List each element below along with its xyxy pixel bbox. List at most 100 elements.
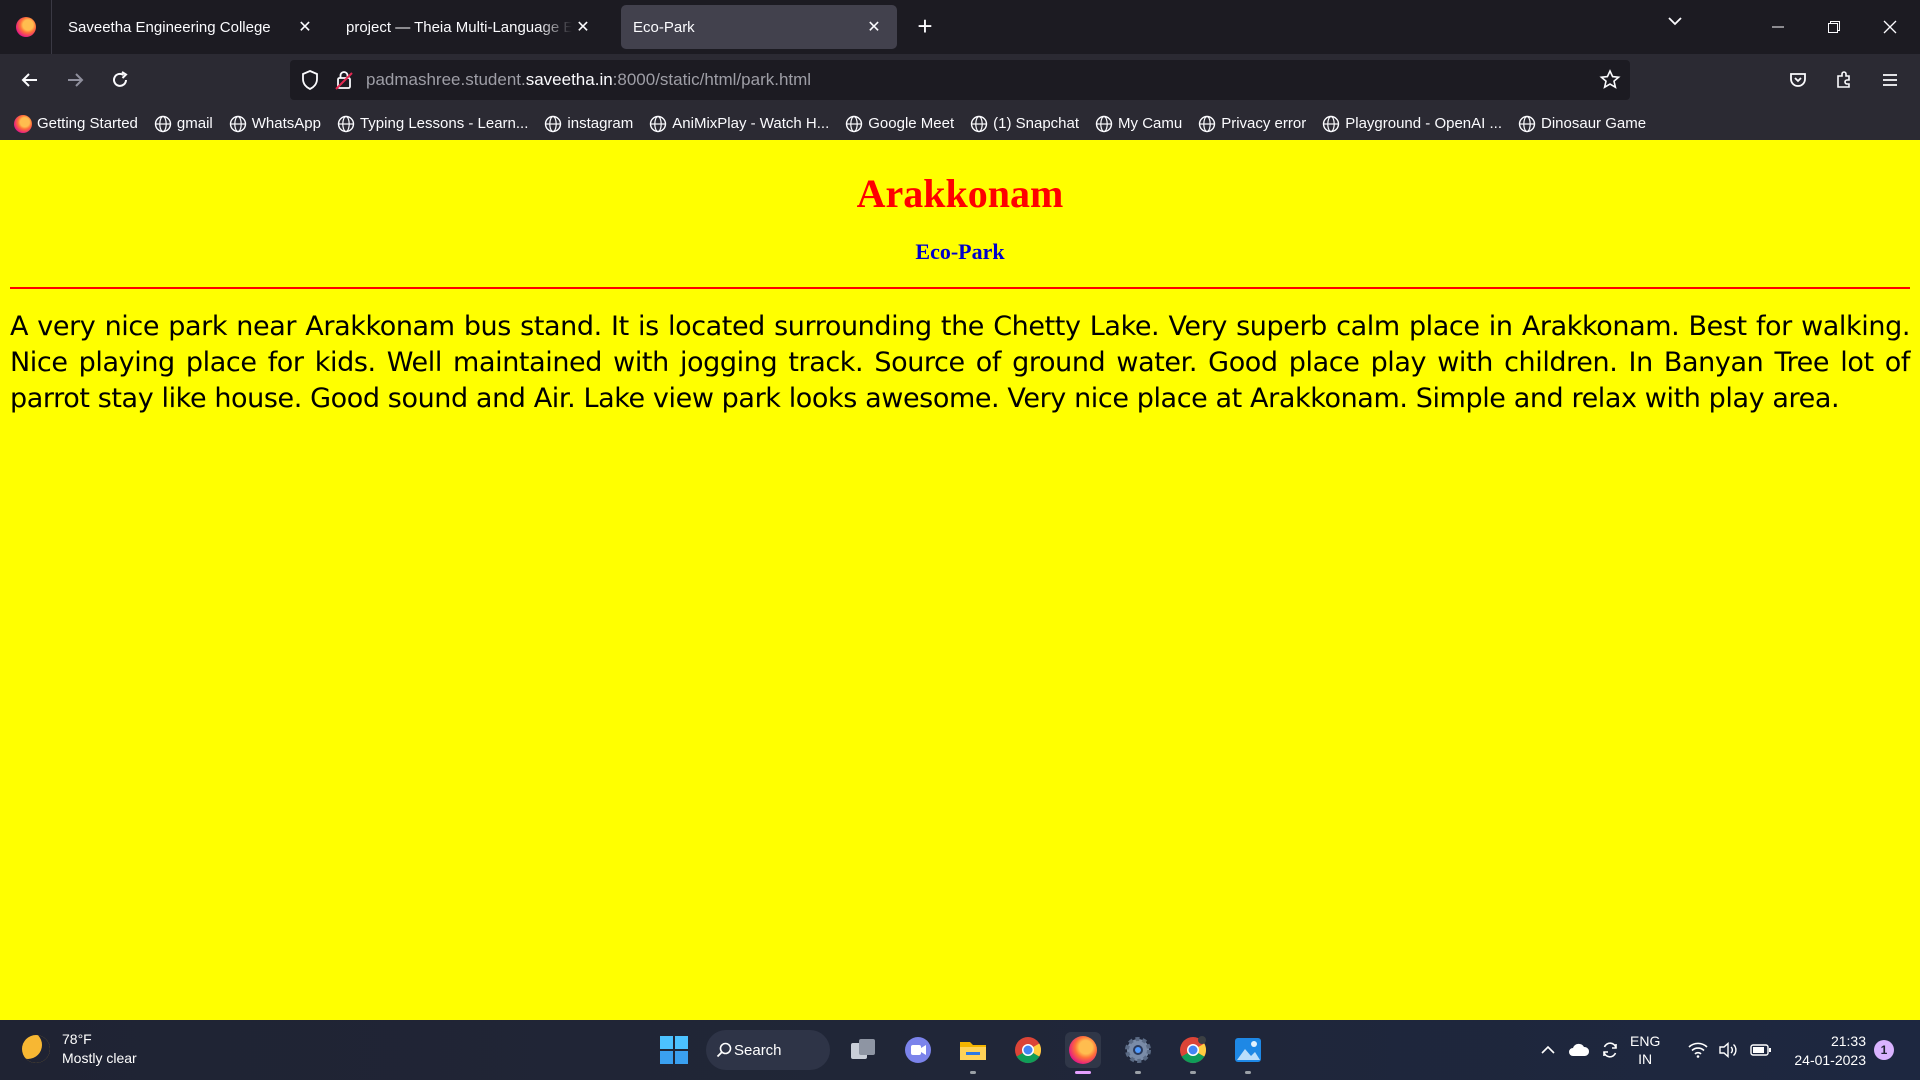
firefox-view-button[interactable] — [0, 0, 52, 54]
url-text[interactable]: padmashree.student.saveetha.in:8000/stat… — [366, 70, 811, 90]
tab-project[interactable]: project — Theia Multi-Language Ex ✕ — [334, 5, 606, 49]
wifi-icon — [1688, 1042, 1708, 1058]
restore-icon — [1828, 21, 1840, 33]
extensions-button[interactable] — [1826, 62, 1862, 98]
globe-icon — [1095, 115, 1113, 132]
start-button[interactable] — [656, 1032, 692, 1068]
wifi-button[interactable] — [1688, 1020, 1708, 1080]
bookmark-instagram[interactable]: instagram — [544, 115, 633, 133]
bookmark-snapchat[interactable]: (1) Snapchat — [970, 115, 1079, 133]
battery-button[interactable] — [1750, 1020, 1772, 1080]
globe-icon — [229, 115, 246, 132]
bookmark-label: Privacy error — [1221, 115, 1307, 132]
url-host: saveetha.in — [525, 70, 613, 89]
chevron-up-icon — [1541, 1045, 1555, 1054]
firefox-taskbar-button[interactable] — [1065, 1032, 1101, 1074]
address-bar[interactable]: padmashree.student.saveetha.in:8000/stat… — [290, 60, 1630, 100]
clock-date: 24-01-2023 — [1794, 1052, 1866, 1068]
bookmark-gmail[interactable]: gmail — [154, 115, 213, 133]
sync-icon — [1603, 1042, 1617, 1058]
restore-button[interactable] — [1806, 0, 1862, 54]
bookmark-my-camu[interactable]: My Camu — [1095, 115, 1182, 133]
globe-icon — [970, 115, 988, 132]
onedrive-button[interactable] — [1568, 1020, 1590, 1080]
bookmark-label: Google Meet — [868, 115, 955, 132]
windows-taskbar: 78°F Mostly clear Search ENG IN 21:33 24… — [0, 1020, 1920, 1080]
folder-icon — [960, 1042, 986, 1060]
chrome-icon — [1180, 1036, 1207, 1064]
settings-button[interactable] — [1120, 1032, 1156, 1074]
bookmark-label: Getting Started — [37, 115, 138, 132]
new-tab-button[interactable]: + — [910, 12, 940, 42]
tab-label: Eco-Park — [633, 18, 695, 36]
close-window-button[interactable] — [1862, 0, 1918, 54]
clock[interactable]: 21:33 24-01-2023 — [1788, 1032, 1866, 1070]
park-description: A very nice park near Arakkonam bus stan… — [10, 311, 1910, 414]
bookmark-label: AniMixPlay - Watch H... — [672, 115, 830, 132]
close-icon[interactable]: ✕ — [294, 17, 316, 37]
reload-button[interactable] — [102, 62, 138, 98]
bookmark-label: Typing Lessons - Learn... — [359, 115, 529, 132]
list-tabs-button[interactable] — [1660, 12, 1690, 42]
bookmark-google-meet[interactable]: Google Meet — [845, 115, 954, 133]
minimize-button[interactable] — [1750, 0, 1806, 54]
bookmark-typing-lessons[interactable]: Typing Lessons - Learn... — [337, 115, 528, 133]
bookmark-star-icon[interactable] — [1598, 68, 1622, 92]
windows-logo-icon — [660, 1036, 688, 1064]
taskbar-search[interactable]: Search — [706, 1030, 830, 1070]
page-heading: Arakkonam — [856, 171, 1064, 216]
weather-widget[interactable]: 78°F Mostly clear — [22, 1030, 137, 1068]
task-view-button[interactable] — [845, 1032, 881, 1068]
shield-icon[interactable] — [298, 68, 322, 92]
back-button[interactable] — [12, 62, 48, 98]
url-suffix: :8000/static/html/park.html — [612, 70, 812, 89]
arrow-right-icon — [68, 73, 84, 87]
sync-button[interactable] — [1600, 1020, 1620, 1080]
teams-chat-button[interactable] — [900, 1032, 936, 1068]
chat-icon — [905, 1037, 931, 1063]
hamburger-menu-icon — [1883, 74, 1897, 86]
input-language-indicator[interactable]: ENG IN — [1630, 1032, 1660, 1068]
bookmark-privacy-error[interactable]: Privacy error — [1198, 115, 1306, 133]
chrome-button[interactable] — [1010, 1032, 1046, 1068]
speaker-icon — [1719, 1042, 1737, 1058]
tab-saveetha[interactable]: Saveetha Engineering College ✕ — [56, 5, 328, 49]
language-code: ENG — [1630, 1033, 1661, 1049]
insecure-lock-icon[interactable] — [332, 68, 356, 92]
running-indicator — [1245, 1071, 1251, 1074]
bookmark-whatsapp[interactable]: WhatsApp — [229, 115, 321, 133]
close-icon[interactable]: ✕ — [863, 17, 885, 37]
bookmark-animixplay[interactable]: AniMixPlay - Watch H... — [649, 115, 829, 133]
bookmark-label: My Camu — [1118, 115, 1183, 132]
active-indicator — [1075, 1071, 1091, 1074]
app-menu-button[interactable] — [1872, 62, 1908, 98]
arrow-left-icon — [21, 73, 37, 87]
bookmark-label: (1) Snapchat — [993, 115, 1080, 132]
volume-button[interactable] — [1718, 1020, 1738, 1080]
url-prefix: padmashree.student. — [366, 70, 526, 89]
pocket-button[interactable] — [1780, 62, 1816, 98]
photos-button[interactable] — [1230, 1032, 1266, 1074]
chrome-profile-button[interactable] — [1175, 1032, 1211, 1074]
globe-icon — [337, 115, 355, 132]
bookmark-label: instagram — [567, 115, 634, 132]
globe-icon — [846, 115, 863, 132]
forward-button[interactable] — [57, 62, 93, 98]
file-explorer-button[interactable] — [955, 1032, 991, 1074]
bookmark-getting-started[interactable]: Getting Started — [14, 114, 138, 133]
task-view-icon — [851, 1039, 875, 1059]
puzzle-icon — [1837, 71, 1850, 88]
close-icon[interactable]: ✕ — [572, 17, 594, 37]
globe-icon — [650, 115, 667, 132]
weather-temp: 78°F — [62, 1031, 92, 1047]
running-indicator — [970, 1071, 976, 1074]
page-subheading: Eco-Park — [915, 239, 1005, 264]
globe-icon — [1518, 115, 1536, 132]
show-hidden-icons-button[interactable] — [1540, 1020, 1556, 1080]
bookmark-dinosaur-game[interactable]: Dinosaur Game — [1518, 115, 1646, 133]
notification-badge[interactable]: 1 — [1874, 1040, 1894, 1060]
tab-eco-park[interactable]: Eco-Park ✕ — [621, 5, 897, 49]
bookmark-openai-playground[interactable]: Playground - OpenAI ... — [1322, 115, 1502, 133]
moon-icon — [22, 1035, 50, 1063]
region-code: IN — [1638, 1051, 1653, 1067]
